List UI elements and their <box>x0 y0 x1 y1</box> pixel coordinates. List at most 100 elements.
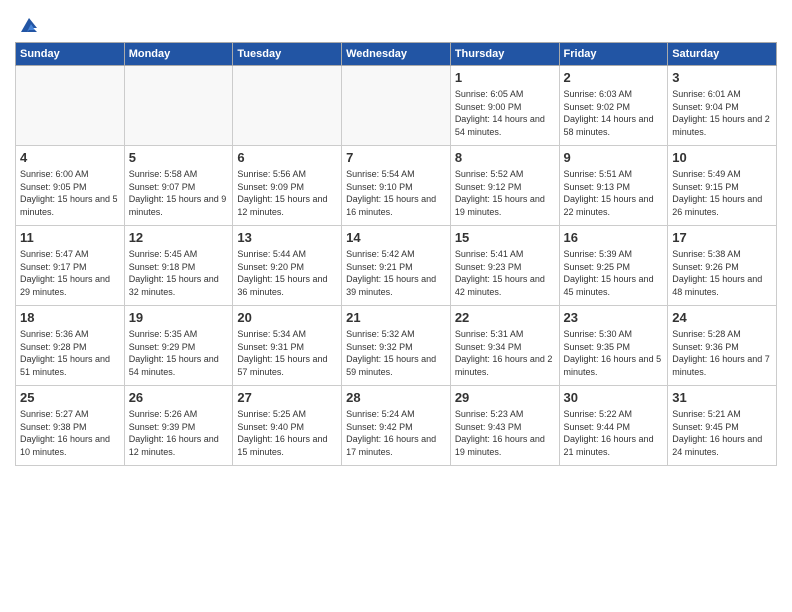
day-info: Sunset: 9:21 PM <box>346 261 446 274</box>
day-info: Sunrise: 5:28 AM <box>672 328 772 341</box>
calendar-cell: 16Sunrise: 5:39 AMSunset: 9:25 PMDayligh… <box>559 226 668 306</box>
day-info: Sunset: 9:34 PM <box>455 341 555 354</box>
day-number: 5 <box>129 149 229 167</box>
calendar-cell: 21Sunrise: 5:32 AMSunset: 9:32 PMDayligh… <box>342 306 451 386</box>
day-info: Sunrise: 5:26 AM <box>129 408 229 421</box>
day-info: Sunset: 9:26 PM <box>672 261 772 274</box>
day-info: Sunset: 9:00 PM <box>455 101 555 114</box>
day-info: Daylight: 15 hours and 42 minutes. <box>455 273 555 298</box>
day-info: Daylight: 16 hours and 10 minutes. <box>20 433 120 458</box>
calendar-cell <box>124 66 233 146</box>
day-number: 13 <box>237 229 337 247</box>
day-info: Daylight: 15 hours and 19 minutes. <box>455 193 555 218</box>
column-header-friday: Friday <box>559 43 668 66</box>
calendar-cell: 31Sunrise: 5:21 AMSunset: 9:45 PMDayligh… <box>668 386 777 466</box>
calendar-cell: 1Sunrise: 6:05 AMSunset: 9:00 PMDaylight… <box>450 66 559 146</box>
column-header-thursday: Thursday <box>450 43 559 66</box>
day-info: Daylight: 14 hours and 58 minutes. <box>564 113 664 138</box>
day-info: Sunrise: 6:00 AM <box>20 168 120 181</box>
column-header-wednesday: Wednesday <box>342 43 451 66</box>
day-info: Daylight: 16 hours and 19 minutes. <box>455 433 555 458</box>
calendar-cell <box>16 66 125 146</box>
calendar-cell: 9Sunrise: 5:51 AMSunset: 9:13 PMDaylight… <box>559 146 668 226</box>
day-info: Sunset: 9:29 PM <box>129 341 229 354</box>
day-info: Sunrise: 5:36 AM <box>20 328 120 341</box>
day-info: Sunset: 9:31 PM <box>237 341 337 354</box>
calendar-cell: 5Sunrise: 5:58 AMSunset: 9:07 PMDaylight… <box>124 146 233 226</box>
calendar-cell: 27Sunrise: 5:25 AMSunset: 9:40 PMDayligh… <box>233 386 342 466</box>
calendar-cell: 14Sunrise: 5:42 AMSunset: 9:21 PMDayligh… <box>342 226 451 306</box>
day-number: 31 <box>672 389 772 407</box>
day-number: 7 <box>346 149 446 167</box>
page-header <box>15 10 777 36</box>
day-info: Sunrise: 6:03 AM <box>564 88 664 101</box>
day-number: 26 <box>129 389 229 407</box>
day-info: Sunrise: 5:56 AM <box>237 168 337 181</box>
day-info: Sunrise: 5:31 AM <box>455 328 555 341</box>
day-info: Sunset: 9:05 PM <box>20 181 120 194</box>
day-info: Sunset: 9:28 PM <box>20 341 120 354</box>
day-info: Sunset: 9:18 PM <box>129 261 229 274</box>
day-number: 4 <box>20 149 120 167</box>
calendar-cell <box>233 66 342 146</box>
day-number: 23 <box>564 309 664 327</box>
day-info: Sunrise: 5:38 AM <box>672 248 772 261</box>
calendar-cell: 25Sunrise: 5:27 AMSunset: 9:38 PMDayligh… <box>16 386 125 466</box>
calendar-cell: 8Sunrise: 5:52 AMSunset: 9:12 PMDaylight… <box>450 146 559 226</box>
day-number: 19 <box>129 309 229 327</box>
day-info: Sunset: 9:13 PM <box>564 181 664 194</box>
day-info: Sunrise: 5:47 AM <box>20 248 120 261</box>
day-info: Sunset: 9:45 PM <box>672 421 772 434</box>
calendar-cell: 4Sunrise: 6:00 AMSunset: 9:05 PMDaylight… <box>16 146 125 226</box>
calendar-row: 1Sunrise: 6:05 AMSunset: 9:00 PMDaylight… <box>16 66 777 146</box>
day-info: Daylight: 16 hours and 15 minutes. <box>237 433 337 458</box>
day-info: Sunrise: 5:52 AM <box>455 168 555 181</box>
day-info: Daylight: 14 hours and 54 minutes. <box>455 113 555 138</box>
column-header-saturday: Saturday <box>668 43 777 66</box>
day-info: Sunrise: 5:23 AM <box>455 408 555 421</box>
day-info: Sunset: 9:32 PM <box>346 341 446 354</box>
day-info: Sunrise: 5:58 AM <box>129 168 229 181</box>
calendar-cell: 29Sunrise: 5:23 AMSunset: 9:43 PMDayligh… <box>450 386 559 466</box>
calendar-cell: 30Sunrise: 5:22 AMSunset: 9:44 PMDayligh… <box>559 386 668 466</box>
day-info: Daylight: 15 hours and 39 minutes. <box>346 273 446 298</box>
day-info: Sunset: 9:23 PM <box>455 261 555 274</box>
calendar-cell: 19Sunrise: 5:35 AMSunset: 9:29 PMDayligh… <box>124 306 233 386</box>
day-info: Daylight: 15 hours and 59 minutes. <box>346 353 446 378</box>
day-info: Sunset: 9:17 PM <box>20 261 120 274</box>
day-info: Sunrise: 5:51 AM <box>564 168 664 181</box>
day-number: 30 <box>564 389 664 407</box>
day-info: Sunrise: 6:01 AM <box>672 88 772 101</box>
calendar-cell: 7Sunrise: 5:54 AMSunset: 9:10 PMDaylight… <box>342 146 451 226</box>
day-info: Sunset: 9:40 PM <box>237 421 337 434</box>
calendar-cell <box>342 66 451 146</box>
column-header-sunday: Sunday <box>16 43 125 66</box>
calendar-cell: 26Sunrise: 5:26 AMSunset: 9:39 PMDayligh… <box>124 386 233 466</box>
calendar-cell: 10Sunrise: 5:49 AMSunset: 9:15 PMDayligh… <box>668 146 777 226</box>
calendar-row: 11Sunrise: 5:47 AMSunset: 9:17 PM Dayligh… <box>16 226 777 306</box>
calendar-cell: 11Sunrise: 5:47 AMSunset: 9:17 PMDayligh… <box>16 226 125 306</box>
day-info: Sunset: 9:39 PM <box>129 421 229 434</box>
day-info: Sunrise: 5:27 AM <box>20 408 120 421</box>
day-info: Sunset: 9:12 PM <box>455 181 555 194</box>
day-info: Sunset: 9:44 PM <box>564 421 664 434</box>
calendar-cell: 20Sunrise: 5:34 AMSunset: 9:31 PMDayligh… <box>233 306 342 386</box>
day-number: 11 <box>20 229 120 247</box>
day-number: 14 <box>346 229 446 247</box>
day-info: Sunrise: 5:45 AM <box>129 248 229 261</box>
calendar-cell: 18Sunrise: 5:36 AMSunset: 9:28 PMDayligh… <box>16 306 125 386</box>
day-number: 28 <box>346 389 446 407</box>
day-info: Sunrise: 5:42 AM <box>346 248 446 261</box>
day-info: Sunrise: 6:05 AM <box>455 88 555 101</box>
calendar-row: 18Sunrise: 5:36 AMSunset: 9:28 PMDayligh… <box>16 306 777 386</box>
day-number: 3 <box>672 69 772 87</box>
day-info: Sunrise: 5:39 AM <box>564 248 664 261</box>
logo-icon <box>17 14 39 36</box>
day-info: Daylight: 15 hours and 32 minutes. <box>129 273 229 298</box>
calendar-table: SundayMondayTuesdayWednesdayThursdayFrid… <box>15 42 777 466</box>
day-info: Sunrise: 5:54 AM <box>346 168 446 181</box>
day-info: Daylight: 15 hours and 16 minutes. <box>346 193 446 218</box>
day-info: Daylight: 16 hours and 17 minutes. <box>346 433 446 458</box>
day-info: Sunset: 9:38 PM <box>20 421 120 434</box>
day-info: Sunset: 9:10 PM <box>346 181 446 194</box>
